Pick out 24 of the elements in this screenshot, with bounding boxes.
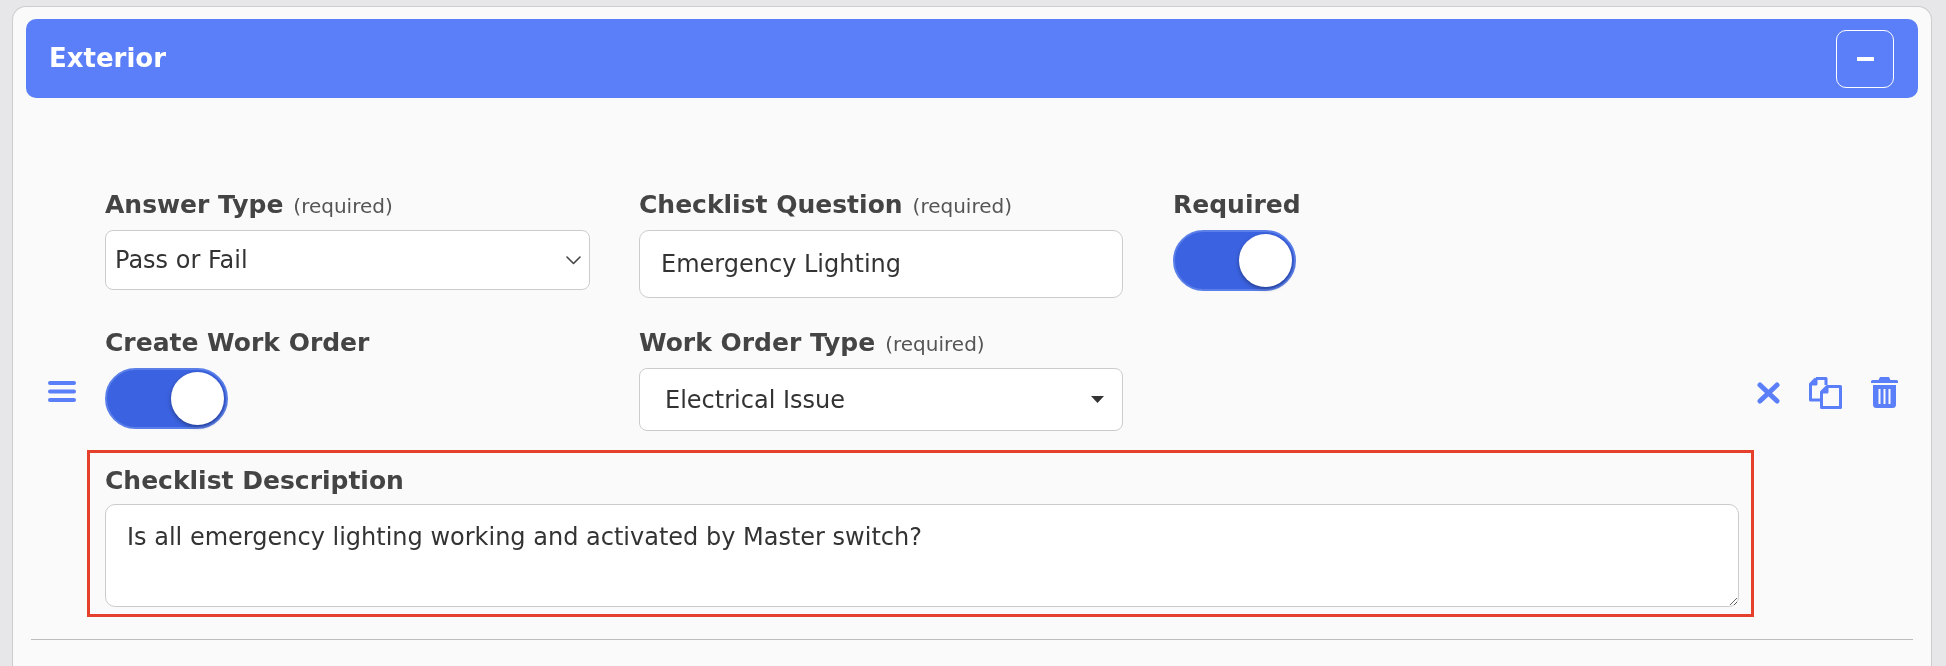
collapse-button[interactable]	[1836, 29, 1894, 88]
section-title: Exterior	[49, 42, 166, 75]
drag-handle-icon[interactable]	[48, 381, 76, 402]
description-field[interactable]: Is all emergency lighting working and activated by Master switch?	[105, 504, 1739, 607]
field-label: Required	[1173, 189, 1301, 221]
select-field[interactable]: Electrical Issue	[639, 368, 1123, 431]
toggle-switch[interactable]	[1173, 230, 1296, 291]
field-label: Checklist Question	[639, 189, 903, 221]
text-input[interactable]: Emergency Lighting	[639, 230, 1123, 298]
minus-icon	[1856, 56, 1874, 61]
select-field[interactable]: Pass or Fail	[105, 230, 590, 290]
field-label: Checklist Description	[105, 466, 404, 495]
toggle-switch[interactable]	[105, 368, 228, 429]
copy-icon[interactable]	[1809, 377, 1842, 409]
required-note: (required)	[912, 193, 1012, 220]
field-label: Work Order Type	[639, 327, 876, 359]
required-note: (required)	[885, 331, 985, 358]
trash-icon[interactable]	[1871, 377, 1898, 408]
required-note: (required)	[293, 193, 393, 220]
caret-down-icon	[1091, 396, 1104, 403]
field-label: Answer Type	[105, 189, 284, 221]
chevron-down-icon	[566, 255, 581, 265]
close-icon[interactable]	[1757, 382, 1780, 404]
field-label: Create Work Order	[105, 327, 370, 359]
